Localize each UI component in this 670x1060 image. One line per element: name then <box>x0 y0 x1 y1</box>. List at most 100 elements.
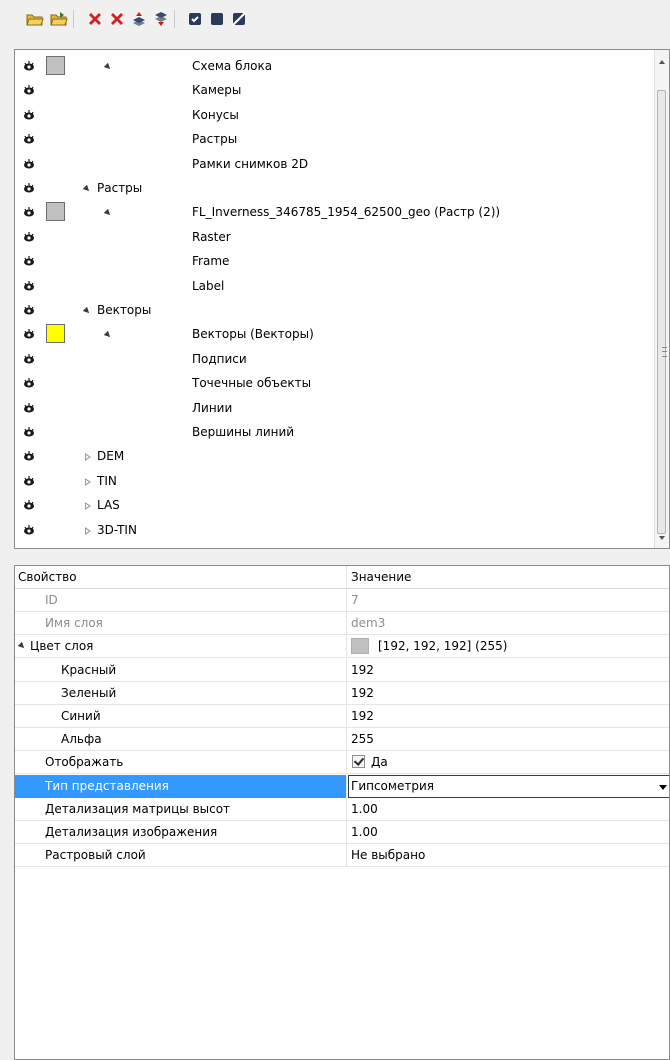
visibility-eye-icon[interactable] <box>23 377 35 389</box>
property-row[interactable]: Детализация изображения 1.00 <box>15 821 669 844</box>
tree-node-label: Raster <box>192 229 231 244</box>
scroll-down-arrow-icon[interactable] <box>659 536 665 540</box>
expand-right-icon[interactable] <box>85 526 91 535</box>
tree-row[interactable]: Frame <box>15 250 655 274</box>
visibility-eye-icon[interactable] <box>23 426 35 438</box>
visibility-eye-icon[interactable] <box>23 280 35 292</box>
property-row[interactable]: Имя слоя dem3 <box>15 612 669 636</box>
tree-row[interactable]: FL_Inverness_346785_1954_62500_geo (Раст… <box>15 201 655 225</box>
layer-tree[interactable]: Схема блока Камеры Конусы Растры Рамки снимк… <box>14 49 670 549</box>
visibility-eye-icon[interactable] <box>23 499 35 511</box>
property-row[interactable]: Зеленый 192 <box>15 681 669 705</box>
visibility-eye-icon[interactable] <box>23 255 35 267</box>
grip-icon <box>662 347 667 357</box>
visibility-eye-icon[interactable] <box>23 84 35 96</box>
visibility-eye-icon[interactable] <box>23 353 35 365</box>
scroll-thumb[interactable] <box>657 90 667 534</box>
layer-down-icon[interactable] <box>152 10 170 28</box>
expand-down-icon[interactable] <box>17 642 27 651</box>
tree-row[interactable]: Камеры <box>15 79 655 103</box>
tree-row[interactable]: Растры <box>15 128 655 152</box>
tree-row[interactable]: TIN <box>15 470 655 494</box>
check-all-icon[interactable] <box>186 10 204 28</box>
visibility-eye-icon[interactable] <box>23 133 35 145</box>
invert-check-icon[interactable] <box>230 10 248 28</box>
visibility-eye-icon[interactable] <box>23 475 35 487</box>
property-row[interactable]: Тип представления Гипсометрия <box>15 774 669 798</box>
visibility-eye-icon[interactable] <box>23 60 35 72</box>
tree-row[interactable]: Подписи <box>15 348 655 372</box>
property-row[interactable]: Цвет слоя [192, 192, 192] (255) <box>15 635 669 659</box>
property-value[interactable]: 255 <box>351 732 374 746</box>
property-value[interactable]: Да <box>371 755 388 769</box>
tree-row[interactable]: LAS <box>15 494 655 518</box>
visibility-eye-icon[interactable] <box>23 231 35 243</box>
visibility-eye-icon[interactable] <box>23 158 35 170</box>
expand-right-icon[interactable] <box>85 502 91 511</box>
visibility-eye-icon[interactable] <box>23 524 35 536</box>
view-type-dropdown[interactable]: Гипсометрия <box>348 774 669 798</box>
tree-node-label: Камеры <box>192 83 242 98</box>
expand-down-icon[interactable] <box>82 184 92 194</box>
tree-row[interactable]: 3D-TIN <box>15 519 655 543</box>
property-row[interactable]: Синий 192 <box>15 705 669 728</box>
visibility-eye-icon[interactable] <box>23 450 35 462</box>
property-row[interactable]: Альфа 255 <box>15 728 669 752</box>
visibility-eye-icon[interactable] <box>23 402 35 414</box>
tree-row[interactable]: Схема блока <box>15 55 655 79</box>
tree-row[interactable]: DEM <box>15 445 655 469</box>
property-row[interactable]: Детализация матрицы высот 1.00 <box>15 797 669 821</box>
open-folder-icon[interactable] <box>26 10 44 28</box>
visibility-eye-icon[interactable] <box>23 182 35 194</box>
property-row[interactable]: Растровый слой Не выбрано <box>15 844 669 868</box>
expand-down-icon[interactable] <box>103 331 113 340</box>
tree-node-label: Схема блока <box>192 59 273 73</box>
visibility-eye-icon[interactable] <box>23 109 35 121</box>
property-value[interactable]: [192, 192, 192] (255) <box>378 639 507 653</box>
property-value[interactable]: 192 <box>351 709 374 723</box>
expand-right-icon[interactable] <box>85 477 91 486</box>
expand-right-icon[interactable] <box>85 453 91 462</box>
property-value[interactable]: 192 <box>351 663 374 677</box>
column-divider <box>346 612 347 636</box>
property-value[interactable]: 1.00 <box>351 802 378 816</box>
visibility-eye-icon[interactable] <box>23 328 35 340</box>
layer-color-swatch[interactable] <box>46 56 65 75</box>
tree-row[interactable]: Рамки снимков 2D <box>15 153 655 177</box>
tree-node-label: Точечные объекты <box>192 376 312 391</box>
layer-color-swatch[interactable] <box>46 324 65 344</box>
color-preview-swatch[interactable] <box>351 638 369 655</box>
tree-row[interactable]: Вершины линий <box>15 421 655 445</box>
property-row[interactable]: Отображать Да <box>15 751 669 775</box>
open-folder-arrow-icon[interactable] <box>50 10 68 28</box>
property-row[interactable]: ID 7 <box>15 589 669 612</box>
tree-row[interactable]: Линии <box>15 397 655 421</box>
property-row[interactable]: Красный 192 <box>15 658 669 682</box>
property-value[interactable]: 192 <box>351 686 374 700</box>
uncheck-all-icon[interactable] <box>208 10 226 28</box>
tree-row[interactable]: Растры <box>15 177 655 201</box>
tree-row[interactable]: Конусы <box>15 104 655 128</box>
property-value[interactable]: 1.00 <box>351 825 378 839</box>
expand-down-icon[interactable] <box>103 209 113 218</box>
layer-up-icon[interactable] <box>130 10 148 28</box>
layer-color-swatch[interactable] <box>46 202 65 222</box>
expand-down-icon[interactable] <box>103 62 113 72</box>
delete-icon[interactable] <box>86 10 104 28</box>
header-divider[interactable] <box>346 566 347 589</box>
tree-row[interactable]: Векторы <box>15 299 655 323</box>
tree-row[interactable]: Векторы (Векторы) <box>15 323 655 347</box>
property-value[interactable]: Не выбрано <box>351 848 425 862</box>
scroll-up-arrow-icon[interactable] <box>659 60 665 64</box>
tree-scrollbar[interactable] <box>654 50 669 548</box>
property-name: Синий <box>61 709 101 723</box>
tree-row[interactable]: Label <box>15 275 655 299</box>
tree-row[interactable]: Raster <box>15 226 655 250</box>
display-checkbox[interactable] <box>352 755 365 769</box>
visibility-eye-icon[interactable] <box>23 304 35 316</box>
dropdown-arrow-icon[interactable] <box>659 784 667 790</box>
expand-down-icon[interactable] <box>82 306 92 316</box>
visibility-eye-icon[interactable] <box>23 206 35 218</box>
tree-row[interactable]: Точечные объекты <box>15 372 655 396</box>
delete-all-icon[interactable] <box>108 10 126 28</box>
